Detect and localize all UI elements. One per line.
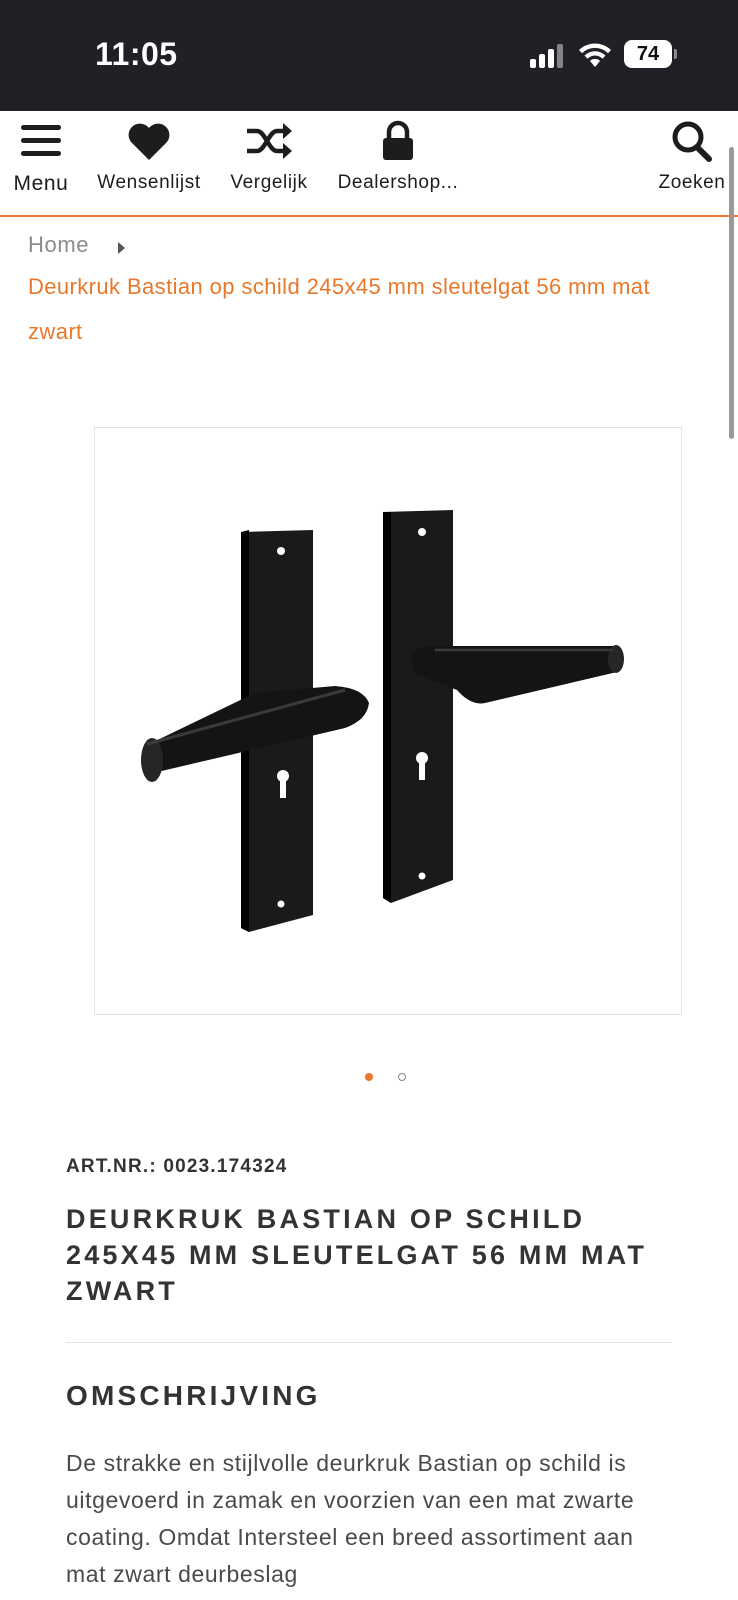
status-bar: 11:05 74 — [0, 0, 738, 111]
compare-button[interactable]: Vergelijk — [224, 119, 314, 194]
lock-icon — [383, 120, 413, 160]
hamburger-menu-icon — [21, 125, 61, 156]
dealershop-label: Dealershop... — [337, 172, 459, 193]
search-label: Zoeken — [658, 172, 726, 193]
gallery-dot-1[interactable] — [365, 1073, 373, 1081]
section-divider — [66, 1342, 672, 1343]
wifi-icon — [579, 43, 611, 67]
product-image[interactable] — [94, 427, 682, 1015]
search-button[interactable]: Zoeken — [654, 119, 730, 194]
top-navigation: Menu Wensenlijst Vergelijk Dealershop...… — [0, 111, 738, 217]
product-title: DEURKRUK BASTIAN OP SCHILD 245X45 MM SLE… — [66, 1204, 648, 1306]
description-text: De strakke en stijlvolle deurkruk Bastia… — [66, 1450, 635, 1587]
shuffle-compare-icon — [247, 123, 292, 159]
breadcrumb-arrow-icon — [117, 241, 125, 254]
page-scrollbar[interactable] — [729, 147, 734, 439]
breadcrumb-home-link[interactable]: Home — [28, 232, 89, 257]
menu-button[interactable]: Menu — [8, 119, 74, 196]
gallery-dot-2[interactable] — [398, 1073, 406, 1081]
heart-icon — [128, 123, 170, 160]
breadcrumb: Home Deurkruk Bastian op schild 245x45 m… — [28, 232, 688, 354]
description-heading: OMSCHRIJVING — [66, 1380, 321, 1411]
compare-label: Vergelijk — [230, 172, 308, 193]
battery-indicator: 74 — [624, 40, 677, 68]
search-icon — [672, 121, 712, 162]
wishlist-label: Wensenlijst — [97, 172, 201, 193]
dealershop-button[interactable]: Dealershop... — [330, 119, 466, 194]
wishlist-button[interactable]: Wensenlijst — [92, 119, 206, 194]
gallery-pagination — [365, 1073, 415, 1085]
menu-label: Menu — [13, 172, 69, 195]
cellular-signal-icon — [530, 42, 566, 68]
status-time: 11:05 — [95, 36, 178, 72]
door-handle-image — [141, 510, 624, 932]
breadcrumb-current[interactable]: Deurkruk Bastian op schild 245x45 mm sle… — [28, 264, 688, 354]
article-number: ART.NR.: 0023.174324 — [66, 1156, 288, 1177]
